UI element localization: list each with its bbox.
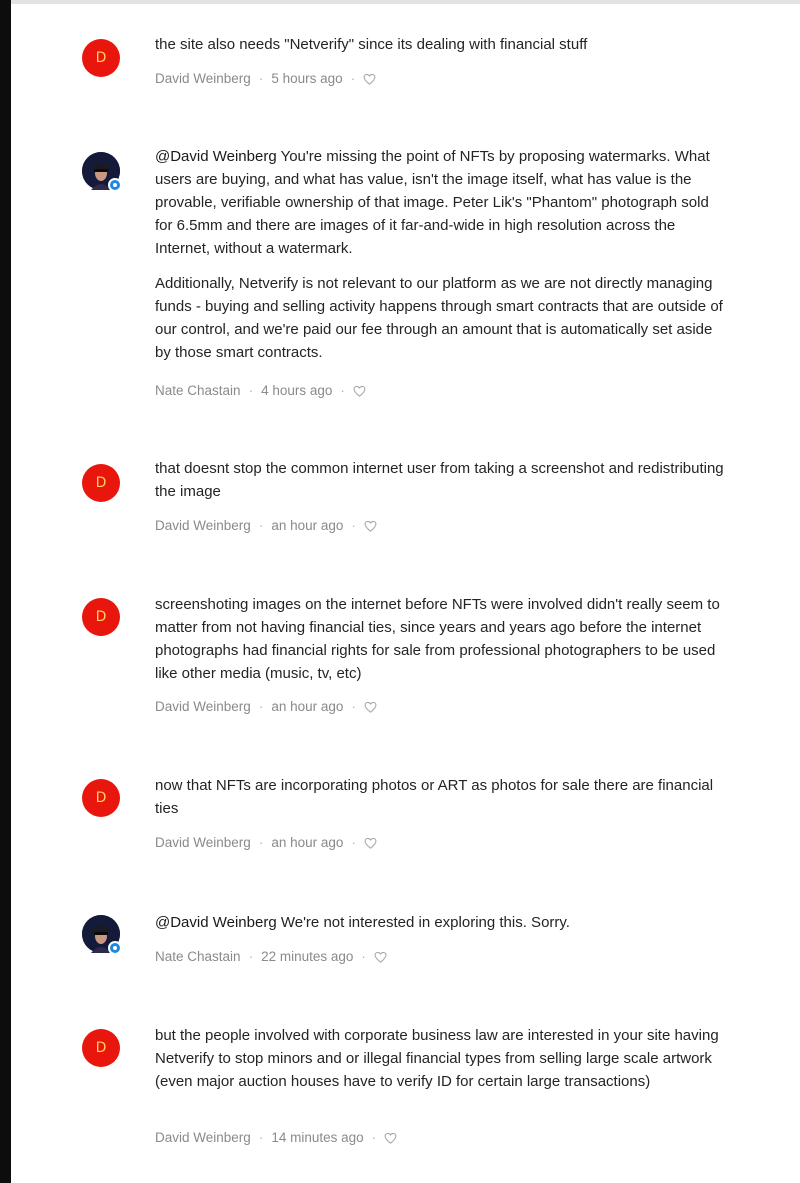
author-name[interactable]: Nate Chastain [155, 949, 241, 964]
verified-badge-icon [108, 941, 122, 955]
separator-dot: · [351, 699, 356, 714]
comment-meta: David Weinberg · an hour ago · [155, 517, 377, 537]
comment-body: now that NFTs are incorporating photos o… [155, 774, 730, 820]
comment-text: screenshoting images on the internet bef… [155, 596, 720, 682]
timestamp[interactable]: 22 minutes ago [261, 949, 353, 964]
author-name[interactable]: David Weinberg [155, 699, 251, 714]
comment-body: @David Weinberg We're not interested in … [155, 911, 730, 934]
comment-body: screenshoting images on the internet bef… [155, 593, 730, 685]
comment-body: the site also needs "Netverify" since it… [155, 33, 730, 56]
mention-link[interactable]: @David Weinberg [155, 148, 277, 165]
separator-dot: · [340, 383, 345, 398]
timestamp[interactable]: an hour ago [271, 699, 343, 714]
comment-meta: David Weinberg · 14 minutes ago · [155, 1129, 397, 1149]
timestamp[interactable]: 14 minutes ago [271, 1130, 363, 1145]
comment-paragraph: @David Weinberg You're missing the point… [155, 145, 730, 260]
separator-dot: · [258, 518, 264, 533]
window-edge [0, 0, 11, 1183]
avatar-icon[interactable]: D [82, 598, 120, 636]
avatar-letter: D [95, 50, 107, 66]
avatar-icon[interactable]: D [82, 779, 120, 817]
author-name[interactable]: David Weinberg [155, 1130, 251, 1145]
author-name[interactable]: David Weinberg [155, 71, 251, 86]
comment-meta: Nate Chastain · 22 minutes ago · [155, 948, 387, 968]
comment-meta: Nate Chastain · 4 hours ago · [155, 382, 366, 402]
heart-icon[interactable] [353, 384, 366, 402]
heart-icon[interactable] [384, 1131, 397, 1149]
timestamp[interactable]: an hour ago [271, 518, 343, 533]
separator-dot: · [258, 1130, 264, 1145]
heart-icon[interactable] [363, 72, 376, 90]
author-name[interactable]: Nate Chastain [155, 383, 241, 398]
author-name[interactable]: David Weinberg [155, 835, 251, 850]
separator-dot: · [248, 383, 254, 398]
comment-meta: David Weinberg · an hour ago · [155, 698, 377, 718]
avatar-letter: D [95, 475, 107, 491]
avatar-letter: D [95, 1040, 107, 1056]
separator-dot: · [351, 835, 356, 850]
avatar-icon[interactable] [82, 915, 122, 955]
separator-dot: · [361, 949, 366, 964]
separator-dot: · [258, 835, 264, 850]
separator-dot: · [248, 949, 254, 964]
avatar-icon[interactable]: D [82, 1029, 120, 1067]
avatar-icon[interactable]: D [82, 39, 120, 77]
comment-body: @David Weinberg You're missing the point… [155, 145, 730, 364]
avatar-icon[interactable]: D [82, 464, 120, 502]
comment-text: We're not interested in exploring this. … [280, 914, 570, 931]
heart-icon[interactable] [364, 519, 377, 537]
heart-icon[interactable] [374, 950, 387, 968]
comment-text: now that NFTs are incorporating photos o… [155, 777, 714, 817]
avatar-icon[interactable] [82, 152, 122, 192]
top-divider [11, 0, 800, 4]
author-name[interactable]: David Weinberg [155, 518, 251, 533]
avatar-letter: D [95, 790, 107, 806]
comment-text: the site also needs "Netverify" since it… [155, 36, 588, 53]
comment-meta: David Weinberg · an hour ago · [155, 834, 377, 854]
mention-link[interactable]: @David Weinberg [155, 914, 277, 931]
separator-dot: · [371, 1130, 377, 1145]
comment-body: that doesnt stop the common internet use… [155, 457, 730, 503]
separator-dot: · [258, 71, 264, 86]
avatar-letter: D [95, 609, 107, 625]
comment-meta: David Weinberg · 5 hours ago · [155, 70, 376, 90]
comment-text: but the people involved with corporate b… [155, 1027, 719, 1090]
timestamp[interactable]: 5 hours ago [271, 71, 342, 86]
timestamp[interactable]: an hour ago [271, 835, 343, 850]
comment-paragraph: @David Weinberg We're not interested in … [155, 911, 730, 934]
verified-badge-icon [108, 178, 122, 192]
separator-dot: · [351, 518, 356, 533]
comment-text: Additionally, Netverify is not relevant … [155, 275, 723, 361]
comment-text: that doesnt stop the common internet use… [155, 460, 724, 500]
separator-dot: · [350, 71, 356, 86]
separator-dot: · [258, 699, 264, 714]
comment-body: but the people involved with corporate b… [155, 1024, 730, 1093]
heart-icon[interactable] [364, 700, 377, 718]
timestamp[interactable]: 4 hours ago [261, 383, 332, 398]
heart-icon[interactable] [364, 836, 377, 854]
